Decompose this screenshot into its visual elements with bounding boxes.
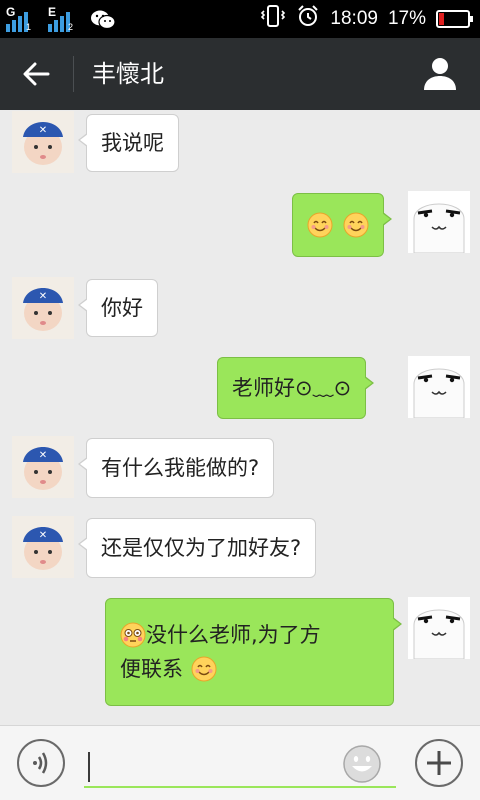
message-bubble-incoming[interactable]: 有什么我能做的? [77,438,275,498]
sim1-slot: 1 [26,22,32,32]
message-text: 便联系 [120,657,183,681]
plus-icon [415,739,463,787]
message-line: 没什么老师,为了方 [120,618,321,652]
message-bubble-outgoing[interactable]: 老师好⊙﹏⊙ [217,357,375,419]
flushed-emoji-icon [120,622,146,648]
smile-emoji-icon [307,212,333,238]
alarm-icon [296,4,320,34]
sim1-signal-icon: G 1 [6,5,40,35]
battery-percent: 17% [387,8,426,29]
message-line: 便联系 [120,652,217,686]
message-text: 还是仅仅为了加好友? [101,536,302,560]
emoji-button[interactable] [342,744,382,784]
voice-button[interactable] [16,738,66,788]
message-bubble-incoming[interactable]: 还是仅仅为了加好友? [77,518,317,578]
chat-header: 丰懷北 [0,38,480,110]
svg-text:✕: ✕ [39,450,47,461]
text-cursor [88,752,90,782]
contact-avatar[interactable]: ✕ [12,111,74,173]
voice-icon [17,739,65,787]
chat-title: 丰懷北 [92,60,164,88]
header-divider [73,56,74,92]
smiley-icon [343,745,381,783]
wechat-notification-icon [90,9,116,31]
message-text: 你好 [101,296,143,320]
message-text: 我说呢 [101,131,164,155]
svg-text:✕: ✕ [39,291,47,302]
my-avatar[interactable] [408,597,470,659]
message-text: 没什么老师,为了方 [146,623,321,647]
status-right: 18:09 17% [260,0,473,38]
status-left: G 1 E 2 [6,3,116,35]
svg-text:✕: ✕ [39,530,47,541]
message-bubble-outgoing[interactable]: 没什么老师,为了方 便联系 [105,598,402,706]
svg-text:✕: ✕ [39,125,47,136]
status-bar: G 1 E 2 18:09 17% [0,0,480,38]
back-button[interactable] [0,38,72,110]
smile-emoji-icon [191,656,217,682]
my-avatar[interactable] [408,356,470,418]
contact-avatar[interactable]: ✕ [12,436,74,498]
message-list[interactable]: ✕ 我说呢 ✕ 你好 老师好⊙﹏⊙ ✕ 有什么我能做的? ✕ 还是仅仅为了加好友… [0,110,480,725]
vibrate-icon [260,4,286,34]
arrow-left-icon [23,62,50,86]
message-bubble-outgoing[interactable] [292,193,392,257]
more-button[interactable] [414,738,464,788]
message-input-bar [0,725,480,800]
my-avatar[interactable] [408,191,470,253]
clock-time: 18:09 [330,8,378,29]
person-icon [424,58,456,90]
message-bubble-incoming[interactable]: 你好 [78,279,158,337]
chat-info-button[interactable] [420,54,460,94]
sim2-signal-icon: E 2 [48,5,82,35]
contact-avatar[interactable]: ✕ [12,516,74,578]
message-bubble-incoming[interactable]: 我说呢 [78,114,179,172]
smile-emoji-icon [343,212,369,238]
message-text: 老师好⊙﹏⊙ [232,376,352,400]
message-text: 有什么我能做的? [101,456,260,480]
contact-avatar[interactable]: ✕ [12,277,74,339]
battery-icon [436,10,473,28]
sim2-slot: 2 [68,22,74,32]
